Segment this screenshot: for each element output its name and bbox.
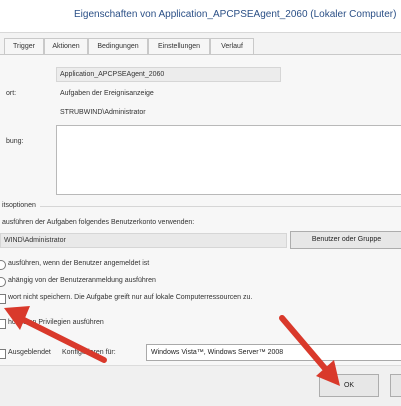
radio-regardless[interactable] xyxy=(0,277,6,287)
change-user-button[interactable]: Benutzer oder Gruppe xyxy=(290,231,401,249)
checkbox-no-password[interactable] xyxy=(0,294,6,304)
tab-verlauf[interactable]: Verlauf xyxy=(210,38,254,54)
cancel-button[interactable] xyxy=(390,374,401,397)
configure-select[interactable]: Windows Vista™, Windows Server™ 2008 xyxy=(146,344,401,361)
tab-strip: Trigger Aktionen Bedingungen Einstellung… xyxy=(0,38,401,54)
checkbox-hidden[interactable] xyxy=(0,349,6,359)
title-bar: Eigenschaften von Application_APCPSEAgen… xyxy=(0,0,401,33)
tab-bedingungen[interactable]: Bedingungen xyxy=(88,38,148,54)
window-title: Eigenschaften von Application_APCPSEAgen… xyxy=(74,9,397,20)
security-options-header: itsoptionen xyxy=(2,202,36,209)
location-label: ort: xyxy=(6,90,17,97)
radio-logged-on[interactable] xyxy=(0,260,6,270)
tab-einstellungen[interactable]: Einstellungen xyxy=(148,38,210,54)
ok-button[interactable]: OK xyxy=(319,374,379,397)
tab-trigger[interactable]: Trigger xyxy=(4,38,44,54)
hidden-label: Ausgeblendet xyxy=(8,349,51,356)
security-group-divider xyxy=(40,206,401,207)
tab-aktionen[interactable]: Aktionen xyxy=(44,38,88,54)
name-field[interactable]: Application_APCPSEAgent_2060 xyxy=(56,67,281,82)
checkbox-highest-privileges-label: höchsten Privilegien ausführen xyxy=(8,319,104,326)
location-value: Aufgaben der Ereignisanzeige xyxy=(60,90,154,97)
description-label: bung: xyxy=(6,138,24,145)
checkbox-no-password-label: wort nicht speichern. Die Aufgabe greift… xyxy=(8,294,253,301)
checkbox-highest-privileges[interactable] xyxy=(0,319,6,329)
configure-label: Konfigurieren für: xyxy=(62,349,116,356)
description-textarea[interactable] xyxy=(56,125,401,195)
radio-logged-on-label: ausführen, wenn der Benutzer angemeldet … xyxy=(8,260,150,267)
author-value: STRUBWIND\Administrator xyxy=(60,109,146,116)
general-panel: Application_APCPSEAgent_2060 ort: Aufgab… xyxy=(0,55,401,365)
radio-regardless-label: ahängig von der Benutzeranmeldung ausfüh… xyxy=(8,277,156,284)
dialog-footer: OK xyxy=(0,365,401,406)
account-field: WIND\Administrator xyxy=(0,233,287,248)
account-prompt: ausführen der Aufgaben folgendes Benutze… xyxy=(2,219,195,226)
